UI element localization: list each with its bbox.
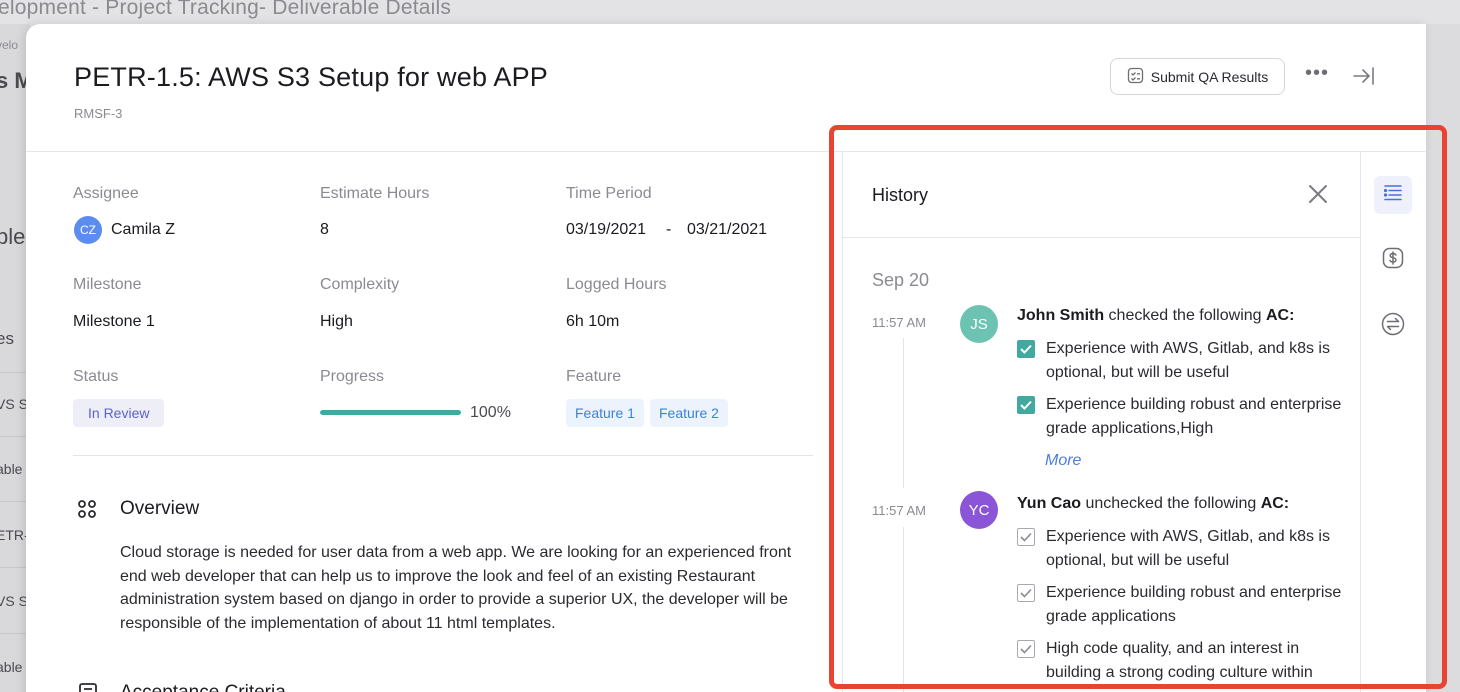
dollar-icon [1382, 247, 1404, 274]
more-options-icon[interactable]: ••• [1305, 62, 1329, 85]
assignee-label: Assignee [73, 185, 139, 202]
feature-chip[interactable]: Feature 1 [566, 399, 644, 427]
history-entry-time: 11:57 AM [872, 503, 926, 518]
history-panel-divider [842, 152, 843, 692]
background-fragment: ETR- [0, 527, 29, 543]
background-fragment: velo [0, 38, 19, 52]
logged-hours-label: Logged Hours [566, 276, 667, 293]
status-label: Status [73, 368, 119, 385]
checked-checkbox-icon [1017, 340, 1035, 358]
document-icon [79, 683, 97, 692]
complexity-value: High [320, 313, 353, 330]
more-link[interactable]: More [1045, 452, 1081, 470]
background-page-title: elopment - Project Tracking- Deliverable… [0, 0, 452, 19]
overview-title: Overview [120, 498, 200, 519]
history-entry-user: Yun Cao [1017, 495, 1082, 512]
estimate-hours-value: 8 [320, 221, 329, 238]
logged-hours-value: 6h 10m [566, 313, 620, 330]
time-period-separator: - [666, 221, 672, 238]
background-right-strip [1426, 24, 1460, 692]
history-entry-action: unchecked the following [1081, 495, 1261, 512]
feature-label: Feature [566, 368, 622, 385]
background-fragment: es [0, 329, 14, 348]
history-entry-header: John Smith checked the following AC: [1017, 307, 1294, 325]
timeline-line [903, 338, 904, 488]
rail-history-button[interactable] [1374, 176, 1412, 214]
history-entry-header: Yun Cao unchecked the following AC: [1017, 495, 1289, 513]
progress-bar [320, 410, 461, 415]
submit-qa-results-button[interactable]: Submit QA Results [1110, 58, 1285, 95]
time-period-end: 03/21/2021 [687, 221, 768, 238]
history-entry-target: AC: [1265, 307, 1295, 324]
avatar: JS [960, 305, 998, 343]
rail-divider [1360, 152, 1361, 692]
background-fragment: able [0, 461, 23, 477]
section-divider [73, 455, 813, 456]
transfer-icon [1381, 312, 1405, 341]
background-fragment: able [0, 659, 23, 675]
time-period-label: Time Period [566, 185, 652, 202]
unchecked-checkbox-icon [1017, 528, 1035, 546]
history-title: History [872, 185, 929, 205]
deliverable-detail-modal: PETR-1.5: AWS S3 Setup for web APP RMSF-… [26, 24, 1426, 692]
unchecked-checkbox-icon [1017, 584, 1035, 602]
timeline-line [903, 527, 904, 692]
rail-transfer-button[interactable] [1374, 307, 1412, 345]
time-period-start: 03/19/2021 [566, 221, 647, 238]
page-subtitle: RMSF-3 [74, 106, 123, 121]
milestone-label: Milestone [73, 276, 142, 293]
milestone-value: Milestone 1 [73, 313, 155, 330]
status-badge[interactable]: In Review [73, 399, 165, 427]
unchecked-checkbox-icon [1017, 640, 1035, 658]
header-divider [26, 151, 1426, 152]
history-ac-item: Experience with AWS, Gitlab, and k8s is … [1046, 340, 1330, 381]
overview-grid-icon [77, 499, 97, 524]
history-entry-target: AC: [1260, 495, 1290, 512]
history-ac-item: Experience with AWS, Gitlab, and k8s is … [1046, 528, 1330, 569]
progress-label: Progress [320, 368, 385, 385]
progress-bar-fill [320, 410, 461, 415]
list-icon [1383, 184, 1403, 207]
history-ac-item: High code quality, and an interest in bu… [1046, 640, 1313, 681]
avatar: CZ [74, 216, 102, 244]
history-header-divider [843, 237, 1360, 238]
acceptance-criteria-title: Acceptance Criteria [120, 682, 286, 692]
background-fragment: VS S [0, 593, 28, 609]
history-ac-item: Experience building robust and enterpris… [1046, 396, 1342, 437]
close-icon[interactable] [1308, 184, 1328, 209]
background-fragment: VS S [0, 396, 28, 412]
history-entry-action: checked the following [1104, 307, 1266, 324]
overview-text: Cloud storage is needed for user data fr… [120, 544, 792, 632]
complexity-label: Complexity [320, 276, 400, 293]
assignee-name[interactable]: Camila Z [111, 221, 175, 239]
history-entry-user: John Smith [1017, 307, 1105, 324]
rail-billing-button[interactable] [1374, 241, 1412, 279]
checked-checkbox-icon [1017, 396, 1035, 414]
collapse-panel-icon[interactable] [1352, 66, 1376, 91]
submit-qa-results-label: Submit QA Results [1150, 68, 1269, 85]
page-title: PETR-1.5: AWS S3 Setup for web APP [74, 62, 549, 92]
progress-value: 100% [470, 404, 511, 421]
feature-chip[interactable]: Feature 2 [650, 399, 728, 427]
history-ac-item: Experience building robust and enterpris… [1046, 584, 1342, 625]
avatar: YC [960, 491, 998, 529]
background-fragment: ble [0, 224, 26, 249]
history-date: Sep 20 [872, 270, 930, 290]
history-entry-time: 11:57 AM [872, 315, 926, 330]
clipboard-check-icon [1127, 67, 1144, 87]
estimate-hours-label: Estimate Hours [320, 185, 430, 202]
